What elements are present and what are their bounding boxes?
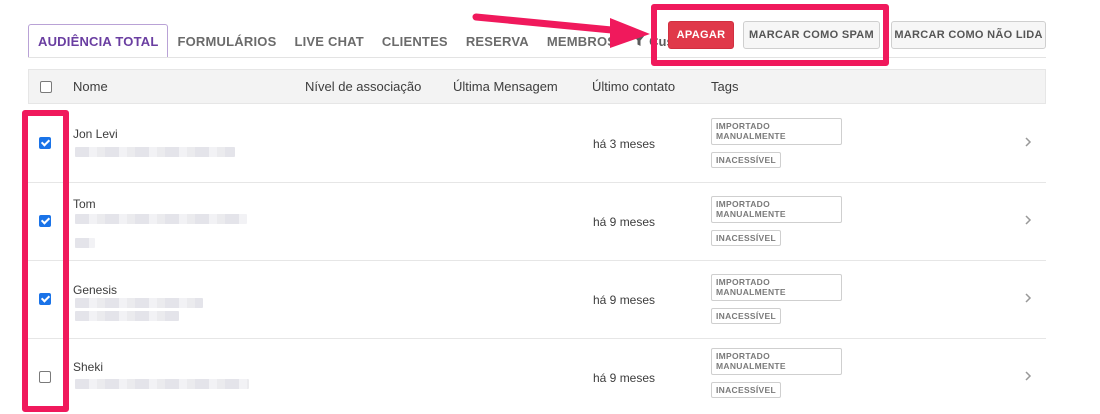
contact-name: Sheki (73, 360, 104, 374)
table-header: Nome Nível de associação Última Mensagem… (28, 69, 1046, 104)
tag-inaccessible: INACESSÍVEL (711, 152, 781, 168)
tag-inaccessible: INACESSÍVEL (711, 382, 781, 398)
tag-imported-manually: IMPORTADO MANUALMENTE (711, 274, 842, 301)
redacted-phone (75, 311, 179, 321)
chevron-right-icon[interactable] (1024, 292, 1032, 304)
table-row[interactable]: Jon Levi há 3 meses IMPORTADO MANUALMENT… (28, 105, 1046, 183)
contact-name: Tom (73, 197, 96, 211)
column-header-last-contact[interactable]: Último contato (592, 79, 675, 94)
column-header-membership-level[interactable]: Nível de associação (305, 79, 421, 94)
annotation-box-actions (651, 4, 889, 66)
redacted-email (75, 214, 247, 224)
last-contact: há 9 meses (593, 371, 656, 385)
tag-inaccessible: INACESSÍVEL (711, 230, 781, 246)
chevron-right-icon[interactable] (1024, 214, 1032, 226)
mark-unread-button[interactable]: MARCAR COMO NÃO LIDA (891, 21, 1046, 49)
tag-imported-manually: IMPORTADO MANUALMENTE (711, 118, 842, 145)
last-contact: há 9 meses (593, 215, 656, 229)
column-header-name[interactable]: Nome (73, 79, 108, 94)
tag-imported-manually: IMPORTADO MANUALMENTE (711, 348, 842, 375)
chevron-right-icon[interactable] (1024, 370, 1032, 382)
tag-imported-manually: IMPORTADO MANUALMENTE (711, 196, 842, 223)
tag-inaccessible: INACESSÍVEL (711, 308, 781, 324)
redacted-email (75, 147, 235, 157)
annotation-arrow (472, 13, 650, 48)
tab-live-chat[interactable]: LIVE CHAT (285, 24, 372, 58)
chevron-right-icon[interactable] (1024, 136, 1032, 148)
contact-name: Jon Levi (73, 127, 118, 141)
redacted-email (75, 379, 249, 389)
column-header-tags[interactable]: Tags (711, 79, 738, 94)
table-row[interactable]: Genesis há 9 meses IMPORTADO MANUALMENTE… (28, 261, 1046, 339)
last-contact: há 9 meses (593, 293, 656, 307)
redacted-email (75, 298, 203, 308)
contact-name: Genesis (73, 283, 118, 297)
table-row[interactable]: Sheki há 9 meses IMPORTADO MANUALMENTE I… (28, 339, 1046, 414)
last-contact: há 3 meses (593, 137, 656, 151)
column-header-last-message[interactable]: Última Mensagem (453, 79, 558, 94)
table-row[interactable]: Tom há 9 meses IMPORTADO MANUALMENTE INA… (28, 183, 1046, 261)
tabs-divider (28, 57, 1046, 58)
select-all-checkbox[interactable] (40, 81, 52, 93)
tab-clientes[interactable]: CLIENTES (373, 24, 457, 58)
annotation-box-checkboxes (22, 110, 69, 412)
tab-audiencia-total[interactable]: AUDIÊNCIA TOTAL (28, 24, 169, 58)
tab-formularios[interactable]: FORMULÁRIOS (168, 24, 285, 58)
redacted-phone (75, 238, 95, 248)
